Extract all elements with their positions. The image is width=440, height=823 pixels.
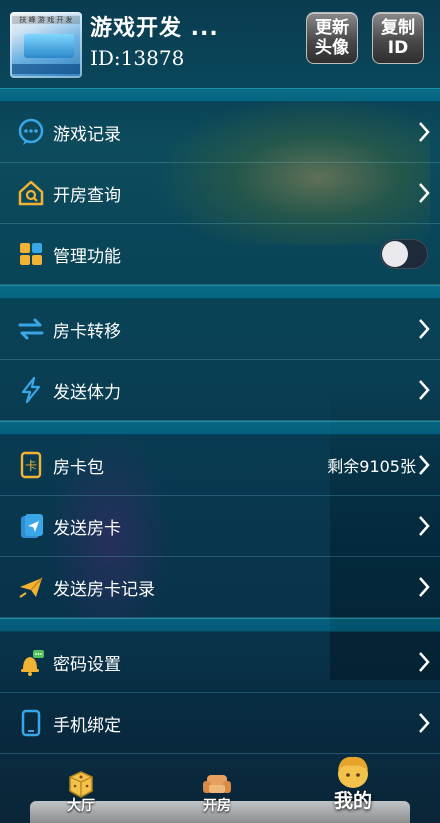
user-name: 游戏开发 ... <box>90 16 219 41</box>
menu-label: 开房查询 <box>53 185 121 206</box>
menu-label: 房卡转移 <box>53 321 121 342</box>
divider <box>0 285 440 299</box>
menu-label: 发送房卡 <box>53 518 121 539</box>
menu-item-phone-binding[interactable]: 手机绑定 <box>0 693 440 754</box>
copy-id-button[interactable]: 复制ID <box>372 12 424 64</box>
menu-label: 房卡包 <box>53 457 104 478</box>
menu-item-password-settings[interactable]: 密码设置 <box>0 632 440 693</box>
room-query-icon <box>17 179 45 207</box>
transfer-arrows-icon <box>17 315 45 343</box>
chevron-right-icon <box>419 516 430 536</box>
menu-item-send-card-records[interactable]: 发送房卡记录 <box>0 557 440 618</box>
user-id: ID:13878 <box>90 46 185 70</box>
nav-mine[interactable]: 我的 <box>330 754 376 813</box>
divider <box>0 88 440 102</box>
nav-create-room[interactable]: 开房 <box>200 769 234 815</box>
svg-text:卡: 卡 <box>25 459 37 473</box>
chevron-right-icon <box>419 577 430 597</box>
divider <box>0 618 440 632</box>
bell-icon <box>17 648 45 676</box>
update-avatar-button[interactable]: 更新头像 <box>306 12 358 64</box>
user-avatar-icon <box>338 756 368 788</box>
nav-mine-label: 我的 <box>333 790 372 812</box>
send-card-icon <box>17 512 45 540</box>
lightning-icon <box>17 376 45 404</box>
card-pack-icon: 卡 <box>17 451 45 479</box>
menu-label: 管理功能 <box>53 246 121 267</box>
avatar-banner: 扶 峰 游 戏 开 发 <box>12 16 80 24</box>
avatar[interactable]: 扶 峰 游 戏 开 发 <box>10 12 82 78</box>
management-toggle[interactable] <box>380 239 428 269</box>
profile-header: 扶 峰 游 戏 开 发 游戏开发 ... ID:13878 更新头像 复制ID <box>0 0 440 88</box>
menu-label: 手机绑定 <box>53 715 121 736</box>
menu-item-game-records[interactable]: 游戏记录 <box>0 102 440 163</box>
chevron-right-icon <box>419 652 430 672</box>
nav-lobby[interactable]: 大厅 <box>64 769 98 815</box>
toggle-knob <box>382 241 408 267</box>
chevron-right-icon <box>419 380 430 400</box>
menu-item-room-query[interactable]: 开房查询 <box>0 163 440 224</box>
divider <box>0 421 440 435</box>
chevron-right-icon <box>419 455 430 475</box>
paper-plane-icon <box>17 573 45 601</box>
menu-item-management: 管理功能 <box>0 224 440 285</box>
nav-lobby-label: 大厅 <box>67 798 95 814</box>
menu-label: 发送体力 <box>53 382 121 403</box>
chevron-right-icon <box>419 713 430 733</box>
nav-create-room-label: 开房 <box>203 798 231 814</box>
chevron-right-icon <box>419 319 430 339</box>
card-pack-remaining: 剩余9105张 <box>327 457 416 476</box>
management-icon <box>17 240 45 268</box>
menu-item-card-transfer[interactable]: 房卡转移 <box>0 299 440 360</box>
menu-list: 游戏记录 开房查询 管理功能 房卡转移 发送体力 卡 房卡包 剩余9105张 发… <box>0 88 440 754</box>
menu-label: 发送房卡记录 <box>53 579 155 600</box>
bottom-nav: 大厅 开房 我的 <box>0 756 440 823</box>
menu-label: 密码设置 <box>53 654 121 675</box>
menu-label: 游戏记录 <box>53 124 121 145</box>
chevron-right-icon <box>419 183 430 203</box>
game-records-icon <box>17 118 45 146</box>
menu-item-card-pack[interactable]: 卡 房卡包 剩余9105张 <box>0 435 440 496</box>
menu-item-send-stamina[interactable]: 发送体力 <box>0 360 440 421</box>
phone-icon <box>17 709 45 737</box>
chevron-right-icon <box>419 122 430 142</box>
menu-item-send-card[interactable]: 发送房卡 <box>0 496 440 557</box>
